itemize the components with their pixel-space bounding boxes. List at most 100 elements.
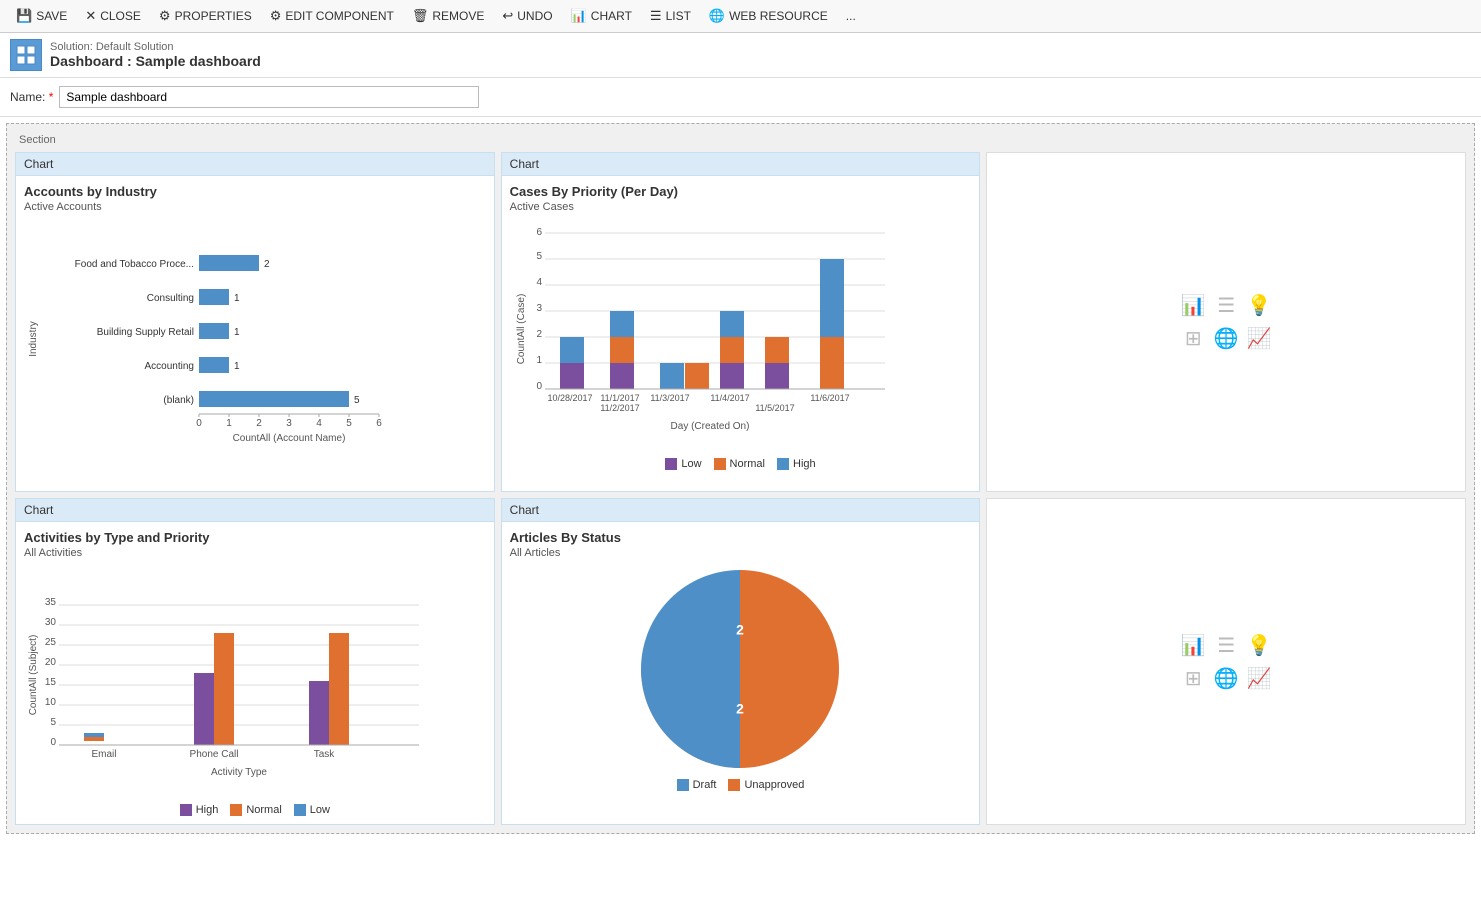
svg-text:5: 5 (354, 395, 360, 406)
undo-icon: ↩ (502, 8, 513, 24)
chart-cell-4: Chart Articles By Status All Articles 2 … (501, 498, 981, 825)
chart-header-4: Chart (502, 499, 980, 522)
chart-body-3: Activities by Type and Priority All Acti… (16, 522, 494, 824)
svg-text:Food and Tobacco Proce...: Food and Tobacco Proce... (75, 259, 194, 270)
chart-button[interactable]: 📊 CHART (563, 4, 640, 28)
bulb-icon-2[interactable]: 💡 (1247, 633, 1272, 658)
svg-text:25: 25 (45, 637, 57, 648)
bar-chart-icon-2[interactable]: 📊 (1181, 633, 1206, 658)
legend3-low: Low (294, 804, 330, 816)
svg-text:15: 15 (45, 677, 57, 688)
svg-text:1: 1 (536, 355, 542, 366)
bulb-icon[interactable]: 💡 (1247, 293, 1272, 318)
chart-title-3: Activities by Type and Priority (24, 530, 486, 545)
svg-text:0: 0 (536, 381, 542, 392)
svg-text:1: 1 (234, 327, 240, 338)
svg-text:6: 6 (536, 227, 542, 238)
dashboard-title: Dashboard : Sample dashboard (50, 53, 261, 69)
empty-chart-icons-top: 📊 ☰ 💡 ⊞ 🌐 📈 (1181, 293, 1272, 351)
toolbar: 💾 SAVE ✕ CLOSE ⚙ PROPERTIES ⚙ EDIT COMPO… (0, 0, 1481, 33)
svg-text:(blank): (blank) (163, 395, 194, 406)
svg-text:Phone Call: Phone Call (190, 749, 239, 760)
svg-text:1: 1 (226, 418, 232, 429)
svg-text:1: 1 (234, 293, 240, 304)
svg-text:5: 5 (346, 418, 352, 429)
svg-text:5: 5 (536, 251, 542, 262)
legend-low: Low (665, 458, 701, 470)
svg-text:CountAll (Case): CountAll (Case) (516, 294, 527, 365)
properties-icon: ⚙ (159, 8, 171, 24)
chart-cell-3: Chart Activities by Type and Priority Al… (15, 498, 495, 825)
svg-text:30: 30 (45, 617, 57, 628)
bar-chart-icon[interactable]: 📊 (1181, 293, 1206, 318)
svg-text:Activity Type: Activity Type (211, 767, 267, 778)
legend-low-color (665, 458, 677, 470)
remove-button[interactable]: 🗑 REMOVE (404, 4, 493, 28)
header-text: Solution: Default Solution Dashboard : S… (50, 41, 261, 69)
chart-title-1: Accounts by Industry (24, 184, 486, 199)
empty-chart-bottom: 📊 ☰ 💡 ⊞ 🌐 📈 (986, 498, 1466, 825)
svg-text:11/1/2017: 11/1/2017 (600, 393, 639, 403)
section-label: Section (15, 132, 1466, 148)
dashboard-icon (10, 39, 42, 71)
svg-text:10: 10 (45, 697, 57, 708)
svg-text:5: 5 (50, 717, 56, 728)
chart-icon: 📊 (571, 8, 587, 24)
svg-text:11/6/2017: 11/6/2017 (810, 393, 849, 403)
svg-text:10/28/2017: 10/28/2017 (547, 393, 592, 403)
edit-component-button[interactable]: ⚙ EDIT COMPONENT (262, 4, 402, 28)
svg-text:Building Supply Retail: Building Supply Retail (97, 327, 194, 338)
svg-text:CountAll (Account Name): CountAll (Account Name) (233, 433, 346, 444)
list-icon-empty[interactable]: ☰ (1214, 293, 1239, 318)
undo-button[interactable]: ↩ UNDO (494, 4, 560, 28)
svg-text:2: 2 (256, 418, 262, 429)
legend-high-color (777, 458, 789, 470)
globe-icon[interactable]: 🌐 (1214, 326, 1239, 351)
chart-body-4: Articles By Status All Articles 2 2 (502, 522, 980, 799)
list-icon: ☰ (650, 8, 662, 24)
svg-text:Email: Email (91, 749, 116, 760)
chart-title-2: Cases By Priority (Per Day) (510, 184, 972, 199)
legend-high: High (777, 458, 816, 470)
svg-text:3: 3 (536, 303, 542, 314)
svg-text:Consulting: Consulting (147, 293, 194, 304)
close-button[interactable]: ✕ CLOSE (77, 4, 149, 28)
chart-header-2: Chart (502, 153, 980, 176)
save-icon: 💾 (16, 8, 32, 24)
svg-text:11/2/2017: 11/2/2017 (600, 403, 639, 413)
web-resource-icon: 🌐 (709, 8, 725, 24)
save-button[interactable]: 💾 SAVE (8, 4, 75, 28)
svg-text:2: 2 (536, 329, 542, 340)
grid-icon[interactable]: ⊞ (1181, 326, 1206, 351)
globe-icon-2[interactable]: 🌐 (1214, 666, 1239, 691)
web-resource-button[interactable]: 🌐 WEB RESOURCE (701, 4, 836, 28)
svg-text:CountAll (Subject): CountAll (Subject) (28, 635, 39, 716)
dashboard-name-input[interactable] (59, 86, 479, 108)
required-indicator: * (49, 90, 54, 104)
pie-chart-svg: 2 2 (640, 569, 840, 769)
svg-text:11/3/2017: 11/3/2017 (650, 393, 689, 403)
legend3-high: High (180, 804, 219, 816)
chart-header-1: Chart (16, 153, 494, 176)
list-icon-empty-2[interactable]: ☰ (1214, 633, 1239, 658)
chart-header-3: Chart (16, 499, 494, 522)
more-button[interactable]: ... (838, 5, 864, 27)
trend-icon-2[interactable]: 📈 (1247, 666, 1272, 691)
chart-subtitle-2: Active Cases (510, 201, 972, 213)
svg-text:1: 1 (234, 361, 240, 372)
edit-component-icon: ⚙ (270, 8, 282, 24)
grid-icon-2[interactable]: ⊞ (1181, 666, 1206, 691)
chart2-legend: Low Normal High (510, 458, 972, 470)
svg-text:6: 6 (376, 418, 382, 429)
chart-subtitle-4: All Articles (510, 547, 972, 559)
legend-normal: Normal (714, 458, 765, 470)
legend3-normal: Normal (230, 804, 281, 816)
properties-button[interactable]: ⚙ PROPERTIES (151, 4, 260, 28)
chart-body-1: Accounts by Industry Active Accounts Ind… (16, 176, 494, 460)
dashboard-area: Section Chart Accounts by Industry Activ… (6, 123, 1475, 834)
list-button[interactable]: ☰ LIST (642, 4, 699, 28)
pie-chart-container: 2 2 (510, 569, 972, 769)
svg-text:35: 35 (45, 597, 57, 608)
name-label: Name: * (10, 90, 53, 104)
trend-icon[interactable]: 📈 (1247, 326, 1272, 351)
